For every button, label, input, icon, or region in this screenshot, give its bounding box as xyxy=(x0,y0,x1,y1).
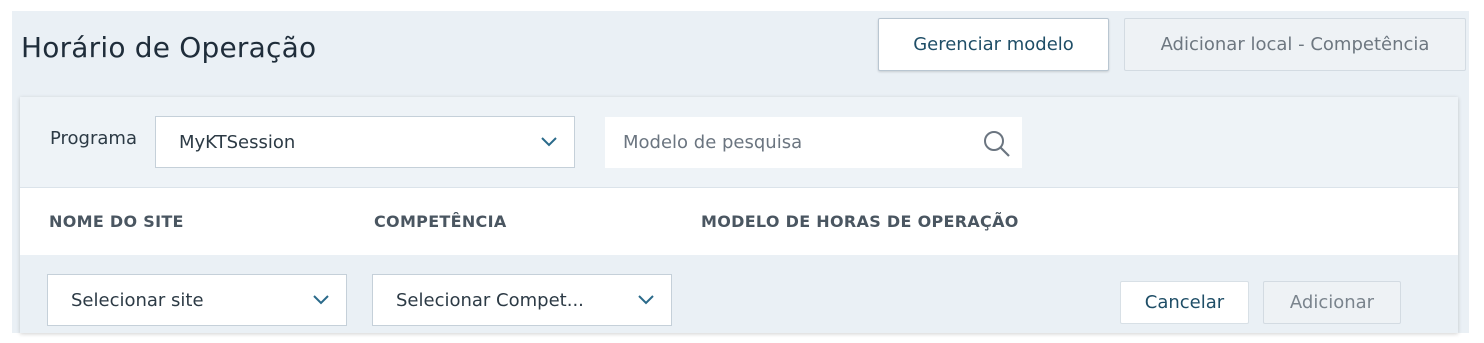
chevron-down-icon xyxy=(638,295,654,305)
template-search[interactable] xyxy=(605,117,1022,168)
filter-bar: Programa MyKTSession xyxy=(20,97,1458,187)
chevron-down-icon xyxy=(313,295,329,305)
search-icon[interactable] xyxy=(982,129,1012,159)
operating-hours-card: Programa MyKTSession NOME DO SITE COMPET… xyxy=(20,97,1458,333)
column-header-skill: COMPETÊNCIA xyxy=(374,212,507,231)
new-entry-row: Selecionar site Selecionar Compet... Can… xyxy=(20,255,1458,333)
search-input[interactable] xyxy=(621,131,965,154)
program-select[interactable]: MyKTSession xyxy=(155,116,575,168)
page-title: Horário de Operação xyxy=(21,31,317,64)
program-select-value: MyKTSession xyxy=(179,131,296,153)
site-select-value: Selecionar site xyxy=(71,289,204,311)
cancel-button[interactable]: Cancelar xyxy=(1120,281,1249,324)
skill-select[interactable]: Selecionar Compet... xyxy=(372,274,672,326)
column-header-site-name: NOME DO SITE xyxy=(49,212,184,231)
table-header: NOME DO SITE COMPETÊNCIA MODELO DE HORAS… xyxy=(20,187,1458,255)
program-label: Programa xyxy=(50,128,137,149)
column-header-operating-hours-template: MODELO DE HORAS DE OPERAÇÃO xyxy=(701,212,1019,231)
operating-hours-page: Horário de Operação Gerenciar modelo Adi… xyxy=(12,11,1469,333)
manage-template-button[interactable]: Gerenciar modelo xyxy=(878,18,1109,71)
site-select[interactable]: Selecionar site xyxy=(47,274,347,326)
chevron-down-icon xyxy=(541,137,557,147)
add-site-skill-button[interactable]: Adicionar local - Competência xyxy=(1124,18,1466,71)
skill-select-value: Selecionar Compet... xyxy=(396,289,584,311)
add-button[interactable]: Adicionar xyxy=(1263,281,1401,324)
